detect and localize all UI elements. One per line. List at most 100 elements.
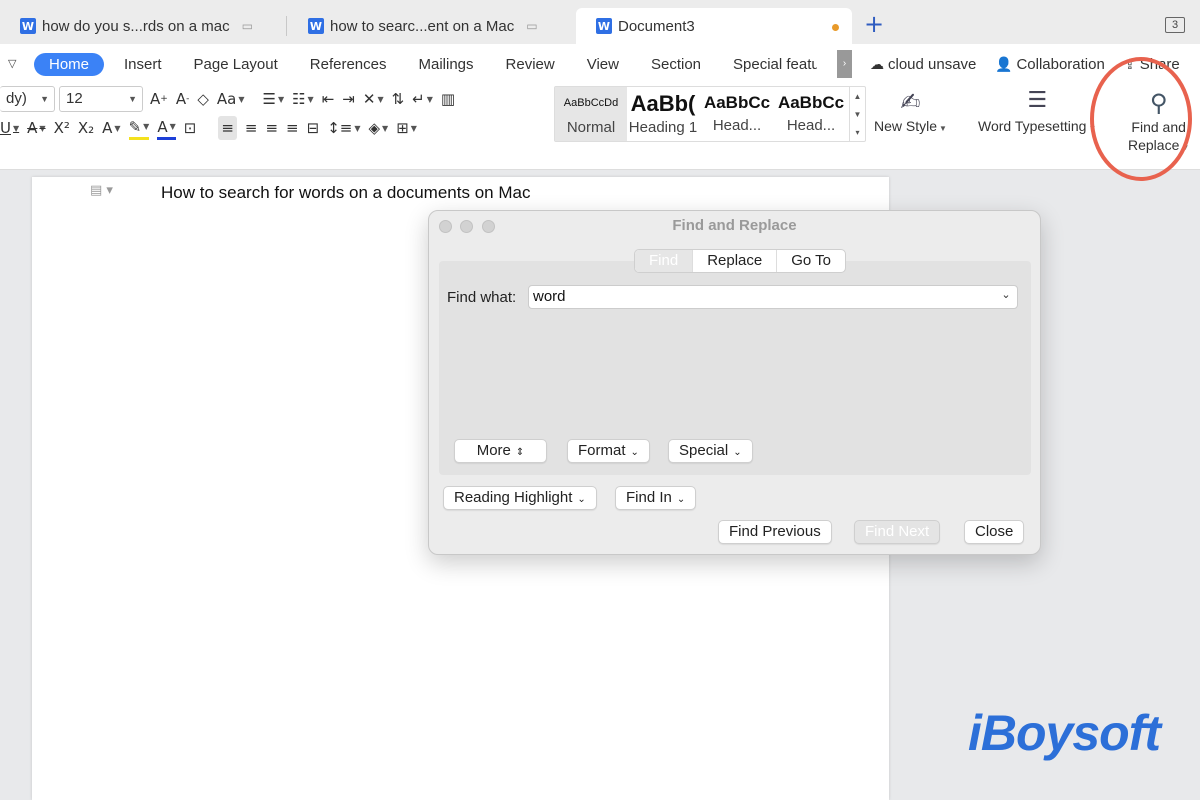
format-dropdown[interactable]: Format ⌄ xyxy=(567,439,650,463)
menu-section[interactable]: Section xyxy=(635,56,717,73)
tab-label: how do you s...rds on a mac xyxy=(42,17,230,35)
toolbar-row-1: A + A- ◇ Aa ▼ ☰ ▼ ☷ ▼ ⇤ ⇥ ✕ ▼ ⇅ ↵ ▼ ▥ xyxy=(150,87,463,111)
chevron-down-icon[interactable]: ⌄ xyxy=(997,288,1015,306)
ruler-icon[interactable]: ▥ xyxy=(441,87,455,111)
style-heading-2[interactable]: AaBbCc Head... xyxy=(701,87,773,141)
typesetting-icon: ☰ xyxy=(1027,88,1048,113)
chevron-down-icon[interactable]: ▼ xyxy=(854,110,862,119)
sort-icon[interactable]: ⇅ xyxy=(392,87,405,111)
paragraph-mark-icon[interactable]: ↵ ▼ xyxy=(412,87,433,111)
iboysoft-watermark-logo: iBoysoft xyxy=(968,705,1161,761)
numbered-list-icon[interactable]: ☷ ▼ xyxy=(292,87,314,111)
find-what-label: Find what: xyxy=(447,289,517,306)
style-heading-3[interactable]: AaBbCc Head... xyxy=(775,87,847,141)
chevron-down-icon: ▼ xyxy=(128,94,137,104)
document-text[interactable]: How to search for words on a documents o… xyxy=(161,183,530,203)
chevron-down-icon[interactable]: ▽ xyxy=(8,57,16,70)
monitor-icon: ▭ xyxy=(526,19,538,33)
menu-page-layout[interactable]: Page Layout xyxy=(178,56,294,73)
change-case-icon[interactable]: Aa ▼ xyxy=(217,87,245,111)
style-normal[interactable]: AaBbCcDd Normal xyxy=(555,87,627,141)
pen-style-icon: ✍ xyxy=(900,88,921,116)
close-button[interactable]: Close xyxy=(964,520,1025,544)
highlighter-icon[interactable]: ✎ ▼ xyxy=(128,116,150,140)
character-border-icon[interactable]: ⊡ xyxy=(184,116,197,140)
grow-font-icon[interactable]: A + xyxy=(150,87,168,111)
more-button[interactable]: More ⇕ xyxy=(454,439,547,463)
word-typesetting-button[interactable]: ☰ Word Typesetting ▼ xyxy=(978,88,1096,134)
tab-label: Document3 xyxy=(618,17,695,35)
tab-go-to[interactable]: Go To xyxy=(776,250,845,272)
menu-insert[interactable]: Insert xyxy=(108,56,178,73)
double-chevron-icon: ⇕ xyxy=(515,447,525,458)
decrease-indent-icon[interactable]: ⇤ xyxy=(322,87,335,111)
menu-special-feature[interactable]: Special feature xyxy=(717,56,817,73)
highlight-circle xyxy=(1090,57,1192,181)
tab-find[interactable]: Find xyxy=(635,250,693,272)
chevron-down-icon: ⌄ xyxy=(630,447,639,458)
justify-icon[interactable]: ≡ xyxy=(286,116,299,140)
eraser-icon[interactable]: ◇ xyxy=(197,87,209,111)
menu-view[interactable]: View xyxy=(571,56,635,73)
tab-count-badge[interactable]: 3 xyxy=(1165,17,1185,33)
new-tab-plus-icon[interactable]: + xyxy=(864,12,884,36)
chevron-up-icon[interactable]: ▲ xyxy=(854,92,862,101)
font-color-icon[interactable]: A ▼ xyxy=(157,116,176,140)
tab-label: how to searc...ent on a Mac xyxy=(330,17,515,35)
align-right-icon[interactable]: ≡ xyxy=(265,116,278,140)
collaboration-button[interactable]: 👤 Collaboration xyxy=(995,56,1105,73)
dialog-title: Find and Replace xyxy=(672,217,797,234)
find-next-button[interactable]: Find Next xyxy=(854,520,941,544)
strikethrough-icon[interactable]: A ▼ xyxy=(27,116,45,140)
font-name-select[interactable]: dy) ▼ xyxy=(0,86,55,112)
reading-highlight-dropdown[interactable]: Reading Highlight ⌄ xyxy=(443,486,597,510)
subscript-icon[interactable]: X₂ xyxy=(78,116,94,140)
increase-indent-icon[interactable]: ⇥ xyxy=(342,87,355,111)
find-in-dropdown[interactable]: Find In ⌄ xyxy=(615,486,697,510)
find-previous-button[interactable]: Find Previous xyxy=(718,520,832,544)
new-style-button[interactable]: ✍ New Style ▼ xyxy=(874,88,947,134)
tab-doc-3[interactable]: W Document3 xyxy=(576,8,852,44)
align-left-icon[interactable]: ≡ xyxy=(218,116,237,140)
bullet-list-icon[interactable]: ☰ ▼ xyxy=(262,87,284,111)
page-marker-icon[interactable]: ▤ ▾ xyxy=(90,183,113,198)
menu-scroll-right-icon[interactable]: › xyxy=(837,50,852,78)
line-spacing-icon[interactable]: ↕≡ ▼ xyxy=(327,116,360,140)
chevron-down-icon: ⌄ xyxy=(676,494,686,505)
menu-mailings[interactable]: Mailings xyxy=(403,56,490,73)
menu-review[interactable]: Review xyxy=(490,56,571,73)
cloud-icon: ☁ xyxy=(870,56,884,73)
align-center-icon[interactable]: ≡ xyxy=(245,116,258,140)
menu-bar: Home Insert Page Layout References Maili… xyxy=(34,50,817,78)
chevron-down-icon: ⌄ xyxy=(577,494,586,505)
shrink-font-icon[interactable]: A- xyxy=(176,87,190,111)
word-doc-icon: W xyxy=(20,18,36,34)
style-heading-1[interactable]: AaBb( Heading 1 xyxy=(627,87,699,141)
special-dropdown[interactable]: Special ⌄ xyxy=(668,439,753,463)
underline-icon[interactable]: U ▼ xyxy=(0,116,19,140)
dialog-tabs: Find Replace Go To xyxy=(634,249,846,273)
borders-icon[interactable]: ⊞ ▼ xyxy=(396,116,417,140)
word-doc-icon: W xyxy=(596,18,612,34)
menu-home[interactable]: Home xyxy=(34,52,105,76)
expand-icon[interactable]: ▾ xyxy=(855,128,859,137)
find-replace-dialog: Find and Replace Find Replace Go To Find… xyxy=(428,210,1041,555)
distribute-icon[interactable]: ⊟ xyxy=(307,116,320,140)
font-size-select[interactable]: 12 ▼ xyxy=(59,86,143,112)
styles-gallery: AaBbCcDd Normal AaBb( Heading 1 AaBbCc H… xyxy=(554,86,866,142)
tab-doc-1[interactable]: W how do you s...rds on a mac ▭ xyxy=(0,8,285,44)
tab-replace[interactable]: Replace xyxy=(692,250,776,272)
superscript-icon[interactable]: X² xyxy=(54,116,70,140)
text-direction-icon[interactable]: ✕ ▼ xyxy=(363,87,384,111)
styles-scroll[interactable]: ▲ ▼ ▾ xyxy=(849,87,865,141)
menu-references[interactable]: References xyxy=(294,56,403,73)
tab-bar: W how do you s...rds on a mac ▭ W how to… xyxy=(0,0,1200,44)
tab-doc-2[interactable]: W how to searc...ent on a Mac ▭ xyxy=(288,8,574,44)
find-what-input[interactable]: word ⌄ xyxy=(528,285,1018,309)
person-plus-icon: 👤 xyxy=(995,56,1013,73)
tab-separator xyxy=(286,16,287,36)
chevron-down-icon: ▼ xyxy=(40,94,49,104)
shading-icon[interactable]: ◈ ▼ xyxy=(369,116,389,140)
cloud-status[interactable]: ☁ cloud unsave xyxy=(870,56,976,73)
text-effect-icon[interactable]: A ▼ xyxy=(102,116,120,140)
